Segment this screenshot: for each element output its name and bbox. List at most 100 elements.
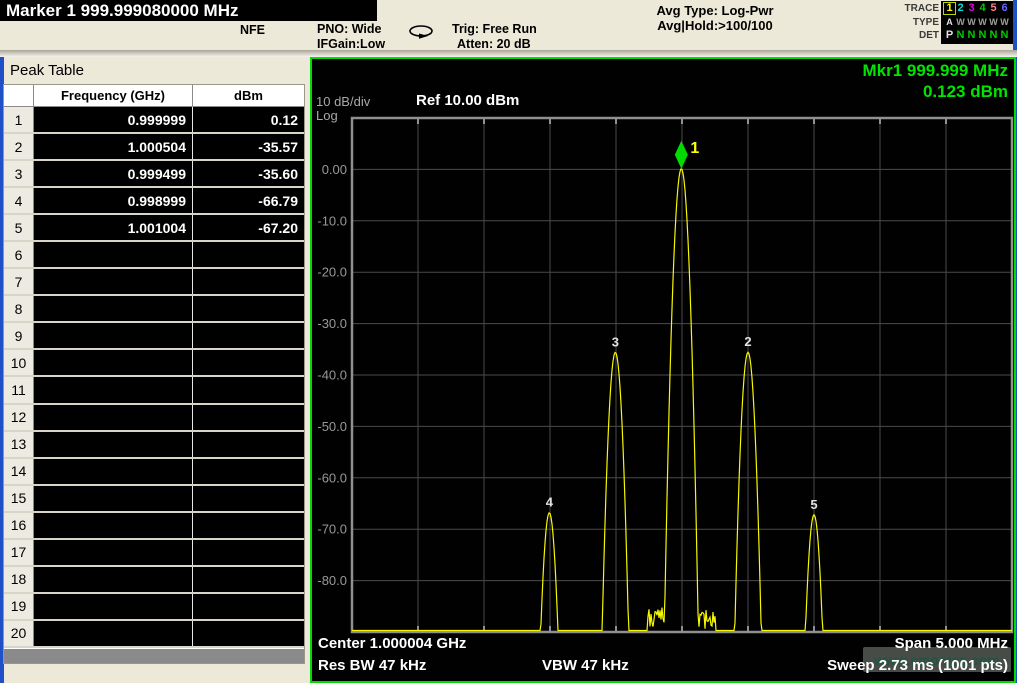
trace-3-type-indicator: W xyxy=(966,17,977,28)
y-axis-tick-label: -10.0 xyxy=(317,213,347,228)
span-label[interactable]: Span 5.000 MHz xyxy=(895,635,1008,652)
row-dbm: 0.12 xyxy=(193,107,304,132)
row-index: 7 xyxy=(4,269,34,294)
trace-3-det-indicator: N xyxy=(966,30,977,41)
marker-ampl-readout: 0.123 dBm xyxy=(862,81,1008,102)
row-frequency xyxy=(34,486,193,511)
trace-5-num-indicator: 5 xyxy=(988,3,999,14)
peak-table-header: Frequency (GHz) dBm xyxy=(4,85,304,107)
trace-1-num-indicator: 1 xyxy=(944,3,955,14)
sweep-label[interactable]: Sweep 2.73 ms (1001 pts) xyxy=(827,657,1008,674)
nfe-label[interactable]: NFE xyxy=(240,23,265,38)
table-row[interactable]: 10 xyxy=(4,350,304,377)
vbw-label[interactable]: VBW 47 kHz xyxy=(542,657,629,674)
trace-1-type-indicator: A xyxy=(944,17,955,28)
pno-block[interactable]: PNO: Wide IFGain:Low xyxy=(317,22,385,51)
row-index: 13 xyxy=(4,432,34,457)
trace-4-type-indicator: W xyxy=(977,17,988,28)
avg-type-label: Avg Type: Log-Pwr xyxy=(625,4,805,19)
table-row[interactable]: 12 xyxy=(4,405,304,432)
scale-per-div-label: 10 dB/div xyxy=(316,95,370,109)
center-freq-label[interactable]: Center 1.000004 GHz xyxy=(318,635,466,652)
trace-2-type-indicator: W xyxy=(955,17,966,28)
row-frequency xyxy=(34,432,193,457)
row-index: 9 xyxy=(4,323,34,348)
y-axis-tick-label: -50.0 xyxy=(317,419,347,434)
table-row[interactable]: 13 xyxy=(4,432,304,459)
table-row[interactable]: 40.998999-66.79 xyxy=(4,188,304,215)
y-axis-tick-label: -70.0 xyxy=(317,522,347,537)
marker-readout[interactable]: Mkr1 999.999 MHz 0.123 dBm xyxy=(862,60,1008,102)
row-frequency xyxy=(34,296,193,321)
row-frequency: 0.998999 xyxy=(34,188,193,213)
row-frequency xyxy=(34,594,193,619)
marker-diamond[interactable] xyxy=(675,141,688,169)
trigger-block[interactable]: Trig: Free Run Atten: 20 dB xyxy=(452,22,537,51)
row-dbm xyxy=(193,459,304,484)
col-header-index xyxy=(4,85,34,106)
row-index: 11 xyxy=(4,377,34,402)
trace-5-type-indicator: W xyxy=(988,17,999,28)
average-block[interactable]: Avg Type: Log-Pwr Avg|Hold:>100/100 xyxy=(625,4,805,33)
trace-types-row: AWWWWW xyxy=(944,16,1013,30)
table-row[interactable]: 7 xyxy=(4,269,304,296)
row-dbm xyxy=(193,269,304,294)
marker-title-bar[interactable]: Marker 1 999.999080000 MHz xyxy=(0,0,377,21)
row-dbm: -35.60 xyxy=(193,161,304,186)
peak-label: 2 xyxy=(744,334,751,349)
res-bw-label[interactable]: Res BW 47 kHz xyxy=(318,657,426,674)
table-row[interactable]: 10.9999990.12 xyxy=(4,107,304,134)
trace-legend[interactable]: 123456 AWWWWW PNNNNN xyxy=(941,1,1013,44)
table-row[interactable]: 51.001004-67.20 xyxy=(4,215,304,242)
row-dbm xyxy=(193,621,304,646)
row-dbm xyxy=(193,377,304,402)
row-dbm xyxy=(193,486,304,511)
table-row[interactable]: 19 xyxy=(4,594,304,621)
ref-level-label[interactable]: Ref 10.00 dBm xyxy=(416,92,519,109)
scale-block[interactable]: 10 dB/div Log xyxy=(316,95,370,123)
trace-4-num-indicator: 4 xyxy=(977,3,988,14)
trace-1-det-indicator: P xyxy=(944,30,955,41)
row-index: 2 xyxy=(4,134,34,159)
continuous-sweep-loop-icon[interactable] xyxy=(407,24,437,45)
row-index: 16 xyxy=(4,513,34,538)
row-frequency: 0.999499 xyxy=(34,161,193,186)
table-row[interactable]: 14 xyxy=(4,459,304,486)
avg-hold-label: Avg|Hold:>100/100 xyxy=(625,19,805,34)
table-row[interactable]: 8 xyxy=(4,296,304,323)
y-axis-tick-label: -60.0 xyxy=(317,470,347,485)
row-dbm xyxy=(193,296,304,321)
table-row[interactable]: 11 xyxy=(4,377,304,404)
row-frequency xyxy=(34,567,193,592)
table-row[interactable]: 6 xyxy=(4,242,304,269)
spectrum-svg: 0.00-10.0-20.0-30.0-40.0-50.0-60.0-70.0-… xyxy=(312,59,1014,681)
table-row[interactable]: 16 xyxy=(4,513,304,540)
row-frequency: 1.001004 xyxy=(34,215,193,240)
trace-5-det-indicator: N xyxy=(988,30,999,41)
peak-table-body: 10.9999990.1221.000504-35.5730.999499-35… xyxy=(4,107,304,648)
row-index: 14 xyxy=(4,459,34,484)
col-header-frequency: Frequency (GHz) xyxy=(34,85,193,106)
table-row[interactable]: 20 xyxy=(4,621,304,648)
trace-dets-row: PNNNNN xyxy=(944,29,1013,43)
row-dbm: -35.57 xyxy=(193,134,304,159)
row-dbm xyxy=(193,567,304,592)
table-row[interactable]: 18 xyxy=(4,567,304,594)
table-row[interactable]: 30.999499-35.60 xyxy=(4,161,304,188)
row-dbm xyxy=(193,540,304,565)
type-row-label: TYPE xyxy=(905,16,939,30)
trace-6-type-indicator: W xyxy=(999,17,1010,28)
peak-table-title: Peak Table xyxy=(10,62,84,79)
row-index: 17 xyxy=(4,540,34,565)
row-dbm xyxy=(193,350,304,375)
row-index: 5 xyxy=(4,215,34,240)
row-index: 12 xyxy=(4,405,34,430)
table-row[interactable]: 15 xyxy=(4,486,304,513)
row-dbm: -67.20 xyxy=(193,215,304,240)
row-frequency xyxy=(34,269,193,294)
trace-6-num-indicator: 6 xyxy=(999,3,1010,14)
row-frequency xyxy=(34,350,193,375)
table-row[interactable]: 21.000504-35.57 xyxy=(4,134,304,161)
table-row[interactable]: 9 xyxy=(4,323,304,350)
table-row[interactable]: 17 xyxy=(4,540,304,567)
